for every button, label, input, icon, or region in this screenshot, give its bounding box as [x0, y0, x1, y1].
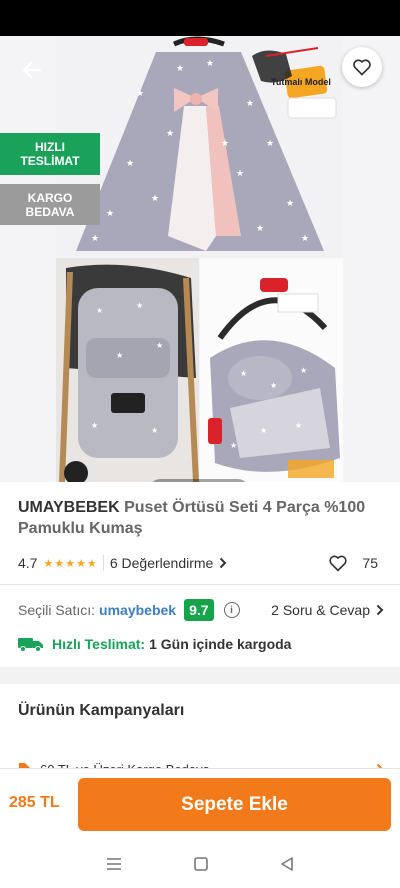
arrow-left-icon	[22, 61, 42, 79]
add-to-cart-button[interactable]: Sepete Ekle	[78, 778, 391, 831]
product-price: 285 TL	[9, 794, 60, 811]
divider	[102, 555, 104, 571]
free-shipping-badge: KARGO BEDAVA	[0, 184, 100, 225]
fast-delivery-badge: HIZLI TESLİMAT	[0, 133, 100, 175]
product-image-stroller: ★ ★ ★ ★ ★ ★	[56, 258, 199, 482]
svg-text:★: ★	[295, 421, 302, 430]
seller-score-badge: 9.7	[184, 599, 214, 621]
delivery-text: 1 Gün içinde kargoda	[149, 636, 292, 652]
seller-label: Seçili Satıcı:	[18, 602, 96, 618]
svg-text:★: ★	[221, 139, 229, 149]
star-icon: ★	[54, 557, 65, 570]
info-icon[interactable]: i	[223, 602, 240, 618]
image-annotation: Tutmalı Model	[271, 77, 331, 87]
delivery-info: Hızlı Teslimat: 1 Gün içinde kargoda	[18, 633, 291, 655]
back-button[interactable]	[14, 52, 50, 88]
brand-name[interactable]: UMAYBEBEK	[18, 499, 120, 516]
questions-answers-link[interactable]: 2 Soru & Cevap	[271, 598, 384, 622]
svg-text:★: ★	[240, 369, 247, 378]
product-image-carseat: ★ ★ ★ ★ ★ ★	[200, 258, 343, 482]
svg-text:★: ★	[246, 99, 254, 109]
divider	[0, 584, 400, 585]
svg-text:★: ★	[151, 426, 158, 435]
qa-label: 2 Soru & Cevap	[271, 602, 370, 618]
svg-text:★: ★	[136, 301, 143, 310]
rating-value: 4.7	[18, 555, 38, 571]
slide-indicator	[150, 479, 248, 482]
svg-text:★: ★	[300, 366, 307, 375]
back-triangle-icon[interactable]	[279, 856, 295, 872]
system-navigation-bar	[0, 840, 400, 888]
svg-text:★: ★	[236, 169, 244, 179]
svg-text:★: ★	[106, 209, 114, 219]
delivery-label: Hızlı Teslimat:	[52, 636, 146, 652]
chevron-right-icon	[220, 557, 227, 569]
cart-bar: 285 TL Sepete Ekle	[0, 768, 400, 840]
svg-text:★: ★	[126, 159, 134, 169]
menu-icon[interactable]	[105, 857, 123, 871]
star-icon: ★	[43, 557, 54, 570]
badge-text: TESLİMAT	[20, 154, 80, 168]
section-separator	[0, 667, 400, 684]
star-icon: ★	[65, 557, 76, 570]
svg-text:★: ★	[230, 441, 237, 450]
svg-text:★: ★	[166, 129, 174, 139]
svg-text:★: ★	[176, 64, 184, 74]
favorite-count[interactable]: 75	[328, 552, 378, 574]
half-star-icon: ★	[86, 557, 97, 570]
svg-text:★: ★	[286, 199, 294, 209]
favorite-count-value: 75	[362, 555, 378, 571]
svg-text:★: ★	[301, 234, 309, 244]
product-image-gallery[interactable]: ★ ★ ★ ★ ★ ★ ★ ★ ★ ★ ★ ★ ★ ★ ★ ★ ★ ★ ★ ★ ★	[0, 36, 400, 482]
truck-icon	[18, 638, 43, 652]
chevron-right-icon	[376, 604, 384, 616]
home-icon[interactable]	[193, 856, 209, 872]
svg-text:★: ★	[96, 306, 103, 315]
badge-text: BEDAVA	[25, 204, 75, 219]
svg-text:★: ★	[206, 59, 214, 69]
svg-text:★: ★	[151, 194, 159, 204]
seller-name-link[interactable]: umaybebek	[99, 602, 176, 618]
product-title: UMAYBEBEK Puset Örtüsü Seti 4 Parça %100…	[18, 497, 384, 539]
svg-text:★: ★	[91, 421, 98, 430]
star-icon: ★	[76, 557, 86, 570]
heart-icon	[353, 59, 371, 76]
svg-text:★: ★	[116, 351, 123, 360]
svg-text:★: ★	[266, 139, 274, 149]
favorite-button[interactable]	[342, 47, 382, 87]
reviews-link[interactable]: 6 Değerlendirme	[110, 555, 228, 571]
badge-text: HIZLI	[35, 140, 65, 154]
star-rating: ★ ★ ★ ★ ★	[43, 557, 96, 570]
svg-text:★: ★	[91, 234, 99, 244]
svg-text:★: ★	[136, 89, 144, 99]
svg-text:★: ★	[270, 381, 277, 390]
svg-text:★: ★	[156, 341, 163, 350]
badge-text: KARGO	[27, 190, 73, 205]
campaigns-title: Ürünün Kampanyaları	[18, 702, 185, 719]
status-bar	[0, 0, 400, 36]
heart-icon	[329, 555, 348, 572]
reviews-label: 6 Değerlendirme	[109, 555, 214, 571]
svg-text:★: ★	[256, 224, 264, 234]
svg-text:★: ★	[260, 426, 267, 435]
seller-row: Seçili Satıcı: umaybebek 9.7 i 2 Soru & …	[18, 598, 384, 622]
rating-row: 4.7 ★ ★ ★ ★ ★ 6 Değerlendirme 75	[18, 552, 384, 574]
